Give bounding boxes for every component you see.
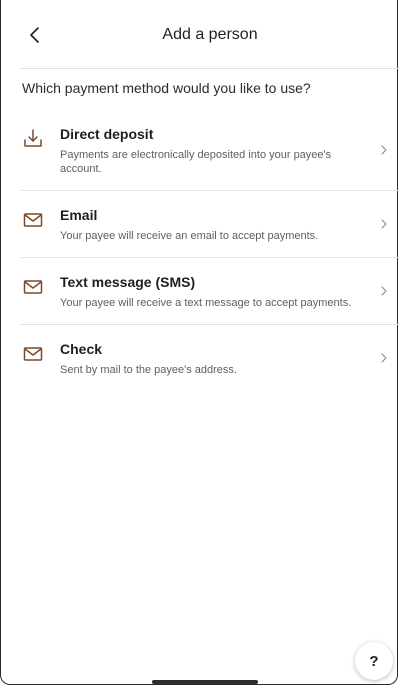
method-description: Your payee will receive a text message t…	[60, 297, 352, 309]
method-description: Payments are electronically deposited in…	[60, 149, 332, 175]
chevron-right-icon	[381, 286, 387, 296]
envelope-icon	[23, 347, 43, 361]
help-button[interactable]: ?	[355, 642, 393, 680]
envelope-icon	[23, 280, 43, 294]
method-description: Sent by mail to the payee's address.	[60, 364, 237, 376]
chevron-right-icon	[381, 145, 387, 155]
header: Add a person	[20, 0, 400, 69]
envelope-icon	[23, 213, 43, 227]
method-title: Text message (SMS)	[60, 274, 196, 290]
page-title: Add a person	[162, 26, 258, 43]
payment-method-list: Direct deposit Payments are electronical…	[20, 110, 400, 391]
method-title: Check	[60, 341, 103, 357]
method-description: Your payee will receive an email to acce…	[60, 230, 319, 242]
method-check[interactable]: Check Sent by mail to the payee's addres…	[20, 325, 400, 391]
download-tray-icon	[24, 129, 42, 147]
method-direct-deposit[interactable]: Direct deposit Payments are electronical…	[20, 110, 400, 191]
method-title: Email	[60, 207, 98, 223]
method-title: Direct deposit	[60, 126, 154, 142]
payment-method-question: Which payment method would you like to u…	[22, 80, 311, 96]
method-text-message[interactable]: Text message (SMS) Your payee will recei…	[20, 258, 400, 325]
method-email[interactable]: Email Your payee will receive an email t…	[20, 191, 400, 258]
home-indicator	[152, 680, 258, 684]
chevron-right-icon	[381, 219, 387, 229]
chevron-right-icon	[381, 353, 387, 363]
